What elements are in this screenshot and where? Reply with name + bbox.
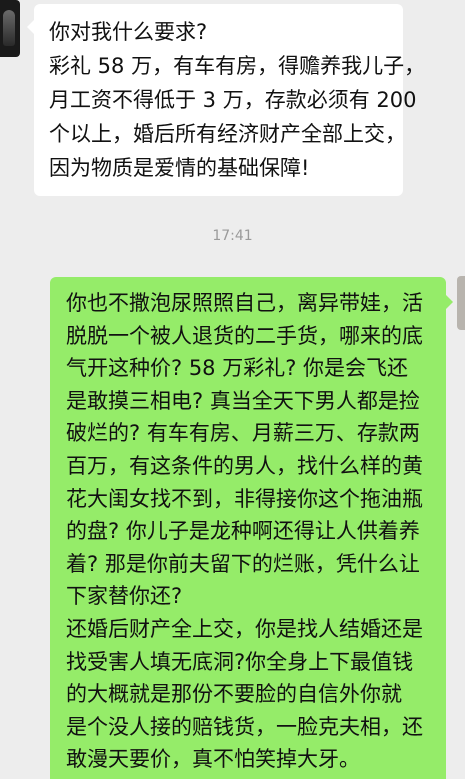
message-line: 着? 那是你前夫留下的烂账，凭什么让 bbox=[66, 551, 420, 576]
incoming-message-bubble[interactable]: 你对我什么要求? 彩礼 58 万，有车有房，得赡养我儿子， 月工资不得低于 3 … bbox=[27, 4, 426, 196]
message-line: 的盘? 你儿子是龙种啊还得让人供着养 bbox=[66, 519, 420, 544]
message-line: 敢漫天要价，真不怕笑掉大牙。 bbox=[66, 747, 360, 772]
message-line: 月工资不得低于 3 万，存款必须有 200 bbox=[49, 88, 417, 112]
avatar-figure bbox=[3, 10, 15, 46]
outgoing-message-bubble[interactable]: 你也不撒泡尿照照自己，离异带娃，活 脱脱一个被人退货的二手货，哪来的底 气开这种… bbox=[50, 277, 453, 779]
message-line: 个以上，婚后所有经济财产全部上交， bbox=[49, 122, 406, 146]
message-line: 破烂的? 有车有房、月薪三万、存款两 bbox=[66, 421, 420, 446]
message-line: 气开这种价? 58 万彩礼? 你是会飞还 bbox=[66, 356, 409, 381]
message-line: 找受害人填无底洞?你全身上下最值钱 bbox=[66, 649, 414, 674]
message-line: 你对我什么要求? bbox=[49, 20, 208, 44]
message-line: 还婚后财产全上交，你是找人结婚还是 bbox=[66, 616, 423, 641]
message-line: 花大闺女找不到，非得接你这个拖油瓶 bbox=[66, 486, 423, 511]
message-line: 因为物质是爱情的基础保障! bbox=[49, 156, 310, 180]
contact-avatar[interactable] bbox=[0, 0, 20, 57]
message-line: 你也不撒泡尿照照自己，离异带娃，活 bbox=[66, 291, 423, 315]
message-line: 彩礼 58 万，有车有房，得赡养我儿子， bbox=[49, 54, 426, 78]
message-line: 的大概就是那份不要脸的自信外你就 bbox=[66, 682, 402, 707]
my-avatar[interactable] bbox=[457, 276, 465, 330]
message-timestamp: 17:41 bbox=[212, 228, 253, 244]
message-line: 脱脱一个被人退货的二手货，哪来的底 bbox=[66, 323, 423, 348]
message-line: 下家替你还? bbox=[66, 584, 183, 609]
message-line: 百万，有这条件的男人，找什么样的黄 bbox=[66, 453, 423, 478]
message-line: 是个没人接的赔钱货，一脸克夫相，还 bbox=[66, 714, 423, 739]
message-line: 是敢摸三相电? 真当全天下男人都是捡 bbox=[66, 388, 420, 413]
